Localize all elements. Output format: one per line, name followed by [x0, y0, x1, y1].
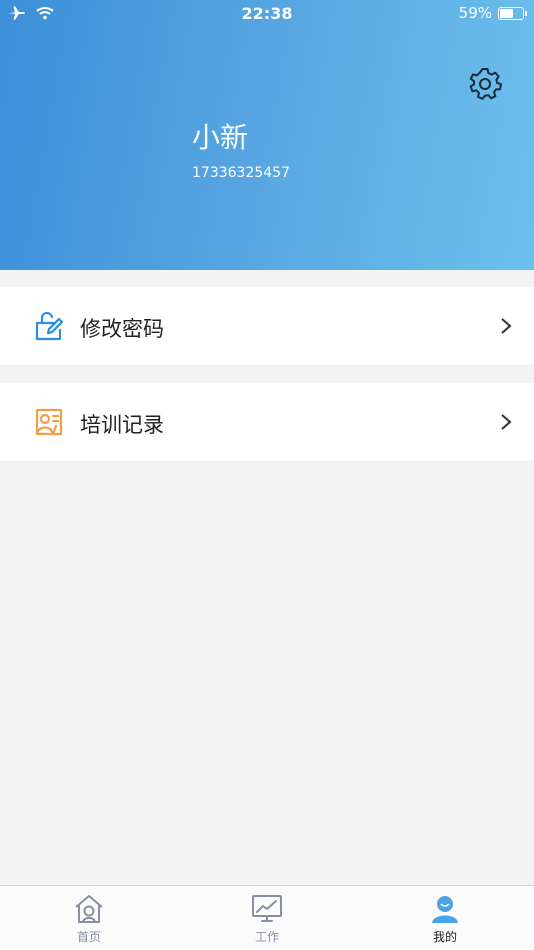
user-icon — [432, 896, 458, 923]
settings-button[interactable] — [468, 66, 504, 102]
tab-bar: 首页 工作 我的 — [0, 885, 534, 950]
battery-level — [500, 8, 513, 18]
tab-home[interactable]: 首页 — [0, 886, 178, 950]
training-record-icon — [35, 408, 63, 436]
battery-percent: 59% — [458, 4, 492, 22]
chart-monitor-icon — [252, 895, 282, 922]
menu-item-training-records[interactable]: 培训记录 — [0, 383, 534, 461]
user-phone: 17336325457 — [192, 165, 290, 181]
tab-label: 工作 — [254, 930, 279, 944]
tab-label: 首页 — [76, 930, 101, 944]
edit-lock-icon — [35, 311, 64, 341]
status-time: 22:38 — [241, 4, 293, 23]
home-icon — [75, 895, 103, 923]
tab-mine[interactable]: 我的 — [356, 886, 534, 950]
status-right: 59% — [458, 4, 527, 22]
menu-item-change-password[interactable]: 修改密码 — [0, 287, 534, 365]
tab-label: 我的 — [432, 930, 457, 944]
menu-item-label: 修改密码 — [80, 317, 164, 341]
status-bar: 22:38 59% — [0, 0, 534, 28]
gear-icon — [469, 68, 502, 100]
chevron-right-icon — [501, 318, 512, 334]
menu-item-label: 培训记录 — [80, 413, 164, 437]
profile-header: 22:38 59% 小新 17336325457 — [0, 0, 534, 270]
tab-work[interactable]: 工作 — [178, 886, 356, 950]
chevron-right-icon — [501, 414, 512, 430]
user-name: 小新 — [192, 121, 249, 154]
battery-icon — [498, 6, 527, 20]
